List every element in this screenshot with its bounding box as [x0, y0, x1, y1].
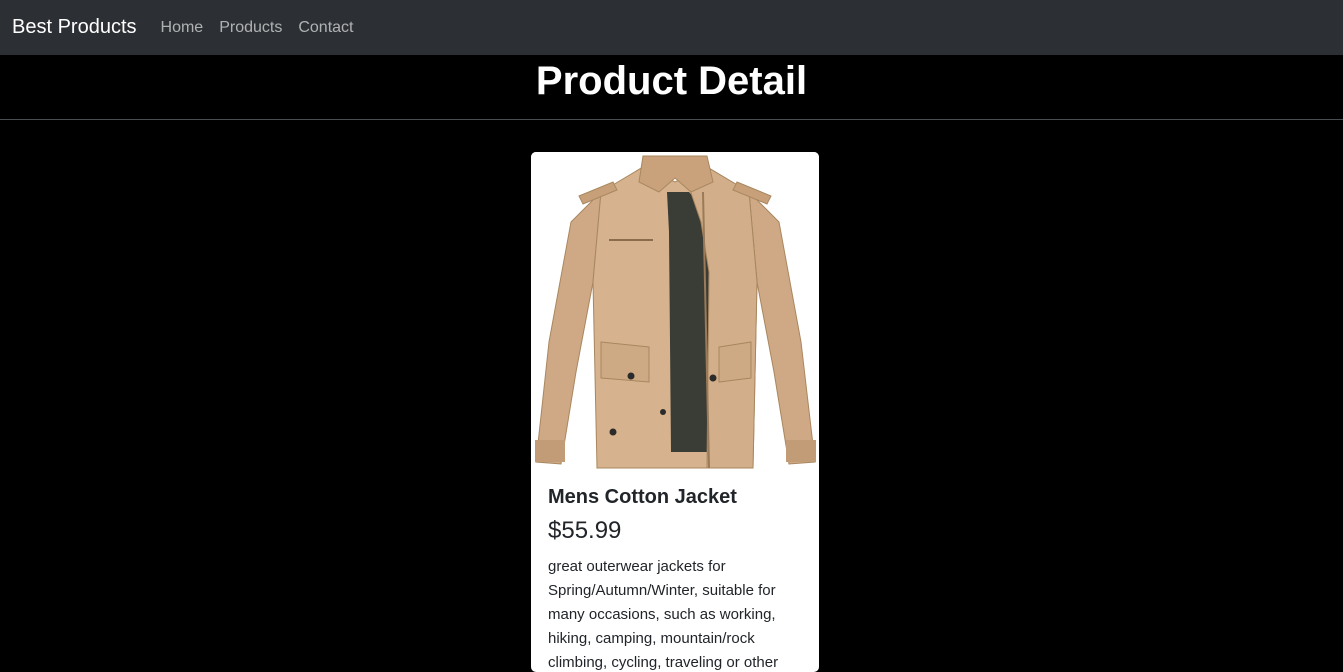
product-description: great outerwear jackets for Spring/Autum… [548, 558, 779, 671]
page-title: Product Detail [535, 59, 808, 103]
product-price: $55.99 [548, 517, 622, 544]
nav-links: Home Products Contact [161, 19, 362, 37]
top-navbar: Best Products Home Products Contact [0, 0, 1343, 55]
page-header: Product Detail [0, 55, 1343, 120]
product-title: Mens Cotton Jacket [548, 486, 737, 508]
nav-link-contact[interactable]: Contact [290, 19, 361, 37]
jacket-illustration [535, 155, 816, 469]
product-card: Mens Cotton Jacket $55.99 great outerwea… [531, 152, 819, 672]
product-image [531, 152, 819, 472]
nav-link-products[interactable]: Products [211, 19, 290, 37]
nav-link-home[interactable]: Home [161, 19, 212, 37]
card-body: Mens Cotton Jacket $55.99 great outerwea… [531, 472, 819, 672]
brand-link[interactable]: Best Products [12, 16, 137, 39]
